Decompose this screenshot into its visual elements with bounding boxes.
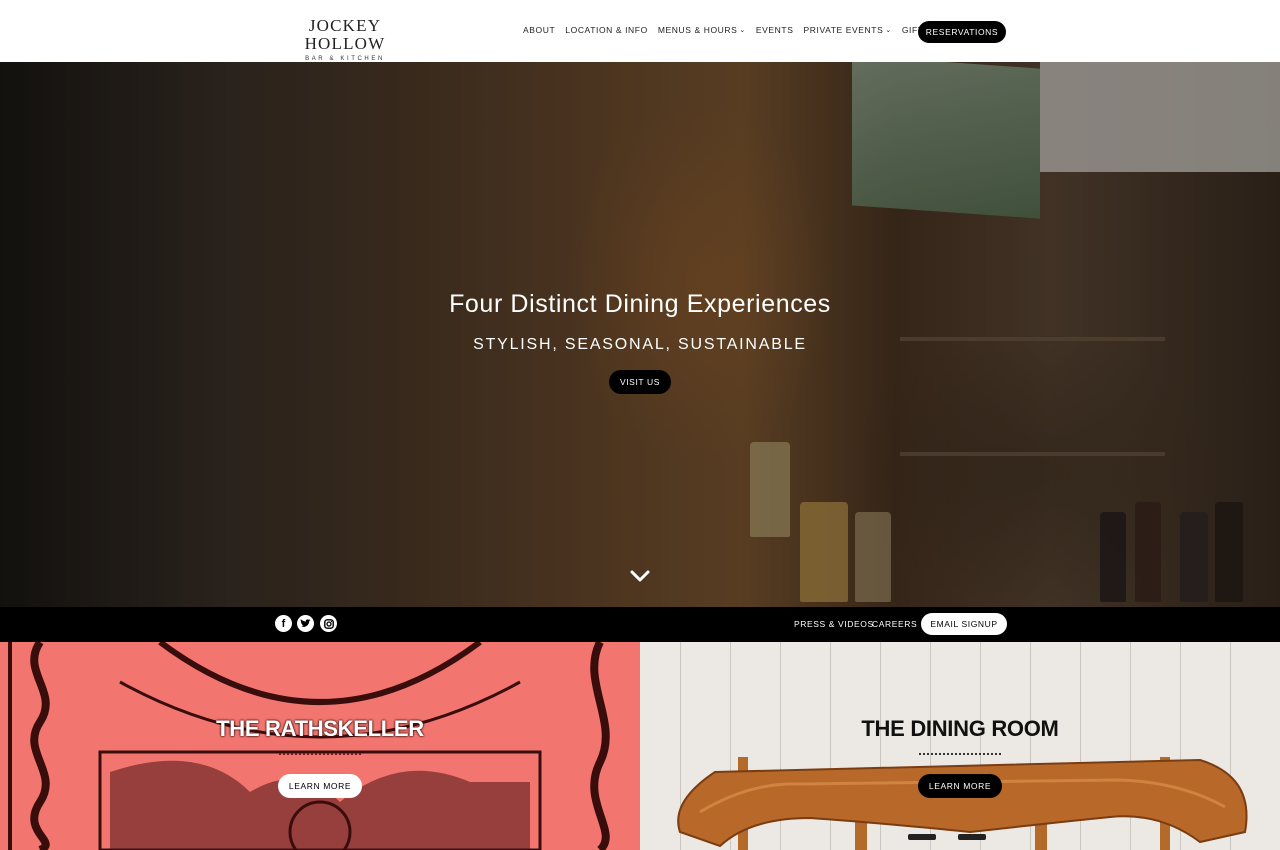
instagram-camera-glyph xyxy=(323,618,334,629)
press-videos-link[interactable]: PRESS & VIDEOS xyxy=(794,619,874,629)
rathskeller-artwork xyxy=(8,642,610,850)
chevron-down-icon: ⌄ xyxy=(885,27,892,34)
careers-link[interactable]: CAREERS xyxy=(872,619,917,629)
rathskeller-learn-more-button[interactable]: LEARN MORE xyxy=(278,774,362,798)
dining-room-learn-more-button[interactable]: LEARN MORE xyxy=(918,774,1002,798)
logo-wordmark: JOCKEY HOLLOW xyxy=(304,16,386,53)
nav-location-info[interactable]: LOCATION & INFO xyxy=(565,25,648,35)
rathskeller-title: THE RATHSKELLER xyxy=(216,716,424,741)
facebook-icon[interactable]: f xyxy=(275,615,292,632)
nav-private-events[interactable]: PRIVATE EVENTS ⌄ xyxy=(803,25,891,35)
hero-title: Four Distinct Dining Experiences xyxy=(449,290,831,318)
instagram-icon[interactable] xyxy=(320,615,337,632)
reservations-button[interactable]: RESERVATIONS xyxy=(918,21,1006,43)
main-nav: ABOUT LOCATION & INFO MENUS & HOURS ⌄ EVE… xyxy=(523,25,969,35)
nav-menus-hours[interactable]: MENUS & HOURS ⌄ xyxy=(658,25,746,35)
utility-bar: f PRESS & VIDEOS CAREERS EMAIL SIGNUP xyxy=(0,607,1280,642)
nav-events[interactable]: EVENTS xyxy=(756,25,794,35)
rathskeller-section: THE RATHSKELLER LEARN MORE xyxy=(0,642,640,850)
title-divider xyxy=(279,753,361,755)
wooden-rack-image xyxy=(677,757,1248,850)
twitter-bird-glyph xyxy=(300,619,311,627)
email-signup-button[interactable]: EMAIL SIGNUP xyxy=(921,613,1007,635)
nav-about[interactable]: ABOUT xyxy=(523,25,555,35)
visit-us-button[interactable]: VISIT US xyxy=(609,370,671,394)
twitter-icon[interactable] xyxy=(297,615,314,632)
chevron-down-icon: ⌄ xyxy=(739,27,746,34)
chevron-down-icon[interactable] xyxy=(628,567,652,585)
hero-overlay xyxy=(0,62,1280,607)
site-logo[interactable]: JOCKEY HOLLOW BAR & KITCHEN xyxy=(272,16,418,63)
site-header: JOCKEY HOLLOW BAR & KITCHEN ABOUT LOCATI… xyxy=(0,0,1280,62)
hero-banner: Four Distinct Dining Experiences STYLISH… xyxy=(0,62,1280,607)
dining-room-section: THE DINING ROOM LEARN MORE xyxy=(640,642,1280,850)
title-divider xyxy=(919,753,1001,755)
dining-room-title: THE DINING ROOM xyxy=(861,716,1059,741)
hero-subtitle: STYLISH, SEASONAL, SUSTAINABLE xyxy=(473,336,807,353)
